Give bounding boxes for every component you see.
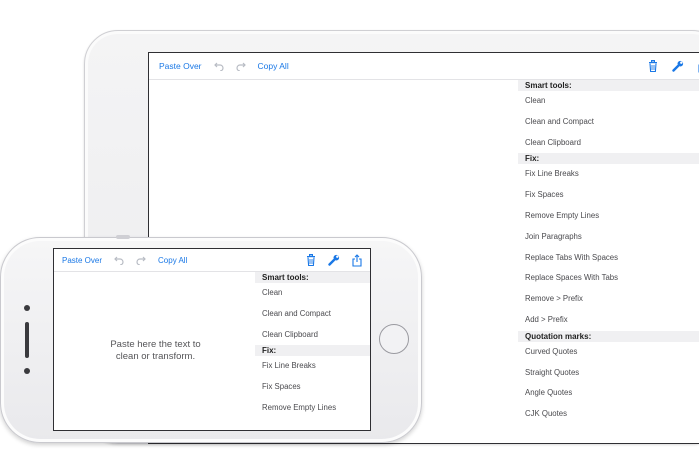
paste-over-button[interactable]: Paste Over	[159, 61, 202, 71]
sidebar-tool-item[interactable]: Straight Quotes	[518, 363, 699, 384]
iphone-side-button	[116, 235, 130, 239]
sidebar-tool-item[interactable]: Fix Spaces	[255, 377, 370, 398]
sidebar-tool-item[interactable]: Add > Prefix	[518, 310, 699, 331]
sidebar-tool-item[interactable]: Remove Empty Lines	[255, 398, 370, 419]
sidebar-tool-item[interactable]: Fix Line Breaks	[255, 356, 370, 377]
text-input-area[interactable]: Paste here the text to clean or transfor…	[54, 272, 258, 430]
paste-over-button[interactable]: Paste Over	[62, 256, 102, 265]
sidebar-tool-item[interactable]: Clean	[518, 91, 699, 112]
copy-all-button[interactable]: Copy All	[258, 61, 289, 71]
sidebar-tool-item[interactable]: Remove > Prefix	[518, 289, 699, 310]
undo-icon[interactable]	[114, 256, 124, 265]
redo-icon[interactable]	[236, 62, 246, 71]
sidebar-tool-item[interactable]: Angle Quotes	[518, 383, 699, 404]
wrench-icon[interactable]	[328, 254, 340, 266]
toolbar: Paste Over Copy All	[54, 249, 370, 272]
sidebar-tool-item[interactable]: Clean Clipboard	[518, 133, 699, 154]
sidebar-section-header: Quotation marks:	[518, 330, 699, 342]
sidebar-tool-item[interactable]: Clean	[255, 283, 370, 304]
sidebar-section-header: Smart tools:	[518, 80, 699, 91]
iphone-device: Paste Over Copy All Paste here the text …	[0, 235, 422, 443]
toolbar: Paste Over Copy All	[149, 53, 699, 80]
sidebar-section-header: Fix:	[255, 345, 370, 357]
iphone-camera	[24, 305, 30, 311]
undo-icon[interactable]	[213, 62, 224, 71]
sidebar-tool-item[interactable]: Curved Quotes	[518, 342, 699, 363]
sidebar-tool-item[interactable]: Clean and Compact	[255, 304, 370, 325]
iphone-sensor	[24, 368, 30, 374]
sidebar-section-header: Fix:	[518, 153, 699, 165]
share-icon[interactable]	[352, 253, 362, 267]
trash-icon[interactable]	[648, 60, 658, 72]
sidebar-tool-item[interactable]: Fix Spaces	[518, 185, 699, 206]
toolbar-actions	[634, 60, 699, 73]
sidebar-tool-item[interactable]: CJK Quotes	[518, 404, 699, 425]
sidebar-section-header: Smart tools:	[255, 272, 370, 283]
sidebar-tool-item[interactable]: Remove Empty Lines	[518, 206, 699, 227]
sidebar-tool-item[interactable]: Clean and Compact	[518, 112, 699, 133]
sidebar-tool-item[interactable]: Fix Line Breaks	[518, 164, 699, 185]
sidebar-tool-item[interactable]: Replace Spaces With Tabs	[518, 268, 699, 289]
tools-sidebar: Smart tools: Clean Clean and Compact Clean …	[518, 80, 699, 443]
redo-icon[interactable]	[136, 256, 146, 265]
sidebar-tool-item[interactable]: Clean Clipboard	[255, 325, 370, 346]
sidebar-tool-item[interactable]: Join Paragraphs	[518, 227, 699, 248]
tools-sidebar: Smart tools: Clean Clean and Compact Clean …	[255, 272, 370, 430]
copy-all-button[interactable]: Copy All	[158, 256, 187, 265]
iphone-screen: Paste Over Copy All Paste here the text …	[53, 248, 371, 431]
trash-icon[interactable]	[306, 254, 316, 266]
iphone-speaker	[25, 322, 29, 358]
sidebar-tool-item[interactable]: Replace Tabs With Spaces	[518, 248, 699, 269]
iphone-home-button[interactable]	[379, 324, 409, 354]
wrench-icon[interactable]	[672, 60, 684, 72]
toolbar-actions	[294, 253, 362, 267]
